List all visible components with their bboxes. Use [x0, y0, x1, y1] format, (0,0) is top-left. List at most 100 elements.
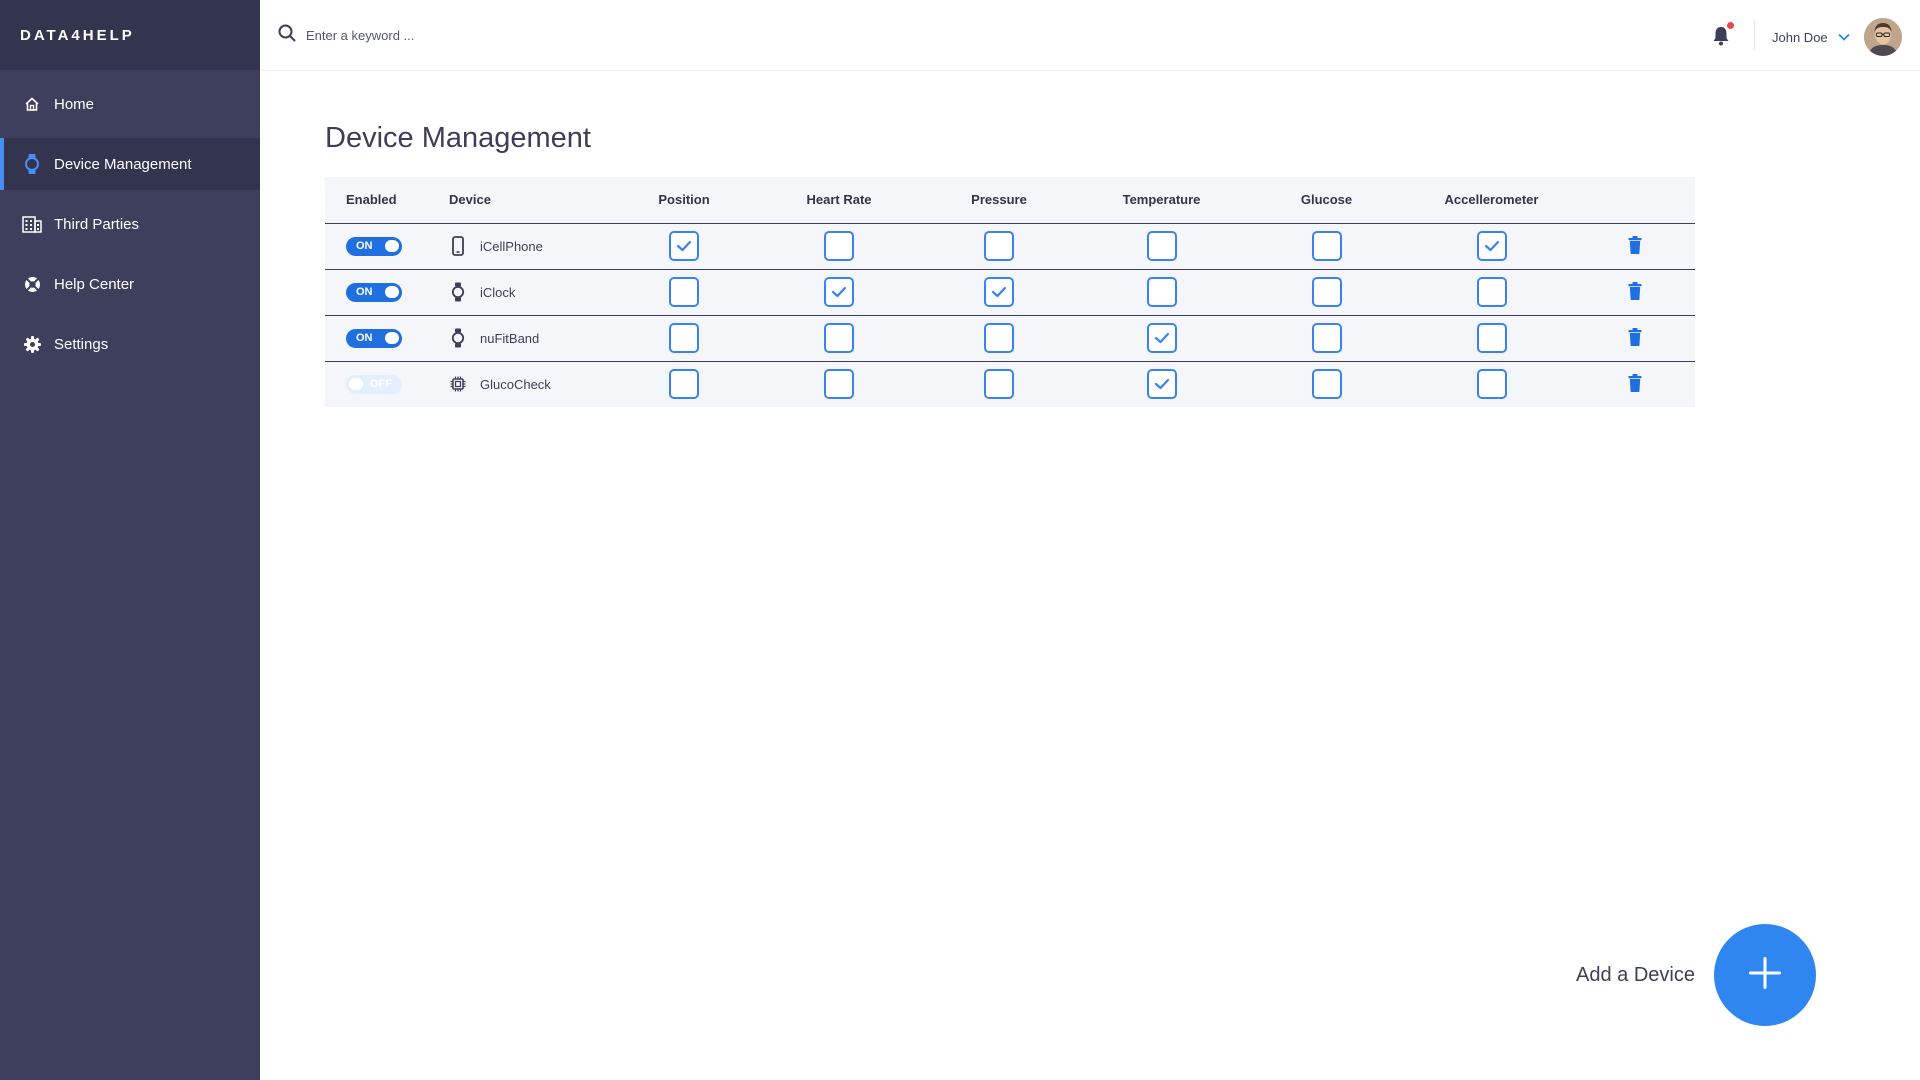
delete-button[interactable] — [1628, 373, 1642, 395]
accelerometer-cell — [1409, 315, 1574, 362]
glucose-cell — [1244, 269, 1409, 316]
table-row: ON iClock — [325, 269, 1695, 316]
avatar[interactable] — [1863, 18, 1902, 56]
toggle-knob — [385, 286, 399, 298]
position-cell — [609, 361, 759, 407]
column-header-heart-rate: Heart Rate — [759, 177, 919, 224]
pressure-checkbox[interactable] — [984, 369, 1014, 400]
device-name: GlucoCheck — [480, 376, 551, 392]
temperature-checkbox[interactable] — [1146, 231, 1177, 261]
accelerometer-cell — [1409, 361, 1574, 407]
sidebar-item-label: Third Parties — [54, 215, 140, 233]
device-cell: GlucoCheck — [449, 361, 609, 407]
sidebar-item-label: Device Management — [54, 155, 192, 173]
heart-rate-checkbox[interactable] — [824, 369, 854, 400]
sidebar-item-settings[interactable]: Settings — [0, 318, 260, 370]
glucose-checkbox[interactable] — [1311, 277, 1342, 307]
accelerometer-checkbox[interactable] — [1476, 231, 1507, 261]
glucose-checkbox[interactable] — [1311, 369, 1342, 400]
sidebar-nav: Home Device Management Third Parties Hel… — [0, 78, 260, 370]
search-icon[interactable] — [278, 24, 296, 47]
temperature-checkbox[interactable] — [1146, 323, 1177, 353]
heart-rate-cell — [759, 269, 919, 316]
enabled-toggle[interactable]: ON — [346, 328, 402, 348]
actions-cell — [1574, 315, 1695, 362]
column-header-temperature: Temperature — [1079, 177, 1244, 224]
enabled-toggle[interactable]: ON — [346, 282, 402, 302]
pressure-checkbox[interactable] — [984, 231, 1014, 261]
position-cell — [609, 315, 759, 362]
add-device-label: Add a Device — [1576, 964, 1695, 986]
position-cell — [609, 269, 759, 316]
enabled-toggle[interactable]: OFF — [346, 374, 402, 394]
sidebar-item-label: Settings — [54, 335, 109, 353]
heart-rate-checkbox[interactable] — [824, 231, 854, 261]
position-cell — [609, 223, 759, 270]
user-menu[interactable]: John Doe — [1772, 18, 1902, 56]
actions-cell — [1574, 361, 1695, 407]
pressure-checkbox[interactable] — [984, 277, 1014, 307]
enabled-cell: OFF — [325, 361, 449, 407]
chip-icon — [449, 373, 467, 395]
heart-rate-cell — [759, 315, 919, 362]
column-header-accelerometer: Accellerometer — [1409, 177, 1574, 224]
enabled-cell: ON — [325, 315, 449, 362]
temperature-cell — [1079, 223, 1244, 270]
toggle-knob — [385, 240, 399, 252]
position-checkbox[interactable] — [669, 231, 699, 261]
position-checkbox[interactable] — [669, 369, 699, 400]
device-table: Enabled Device Position Heart Rate Press… — [325, 177, 1695, 407]
position-checkbox[interactable] — [669, 323, 699, 353]
delete-button[interactable] — [1628, 235, 1642, 257]
column-header-actions — [1574, 177, 1695, 224]
bell-icon — [1712, 27, 1730, 50]
user-name: John Doe — [1772, 29, 1828, 45]
temperature-checkbox[interactable] — [1146, 369, 1177, 400]
device-cell: nuFitBand — [449, 315, 609, 362]
glucose-checkbox[interactable] — [1311, 231, 1342, 261]
device-name: nuFitBand — [480, 330, 540, 346]
sidebar-item-device-management[interactable]: Device Management — [0, 138, 260, 190]
accelerometer-cell — [1409, 269, 1574, 316]
glucose-cell — [1244, 223, 1409, 270]
toggle-label: ON — [356, 332, 373, 344]
lifebuoy-icon — [22, 274, 42, 294]
column-header-position: Position — [609, 177, 759, 224]
notification-button[interactable] — [1712, 22, 1734, 46]
search-input[interactable] — [306, 28, 606, 43]
device-name: iClock — [480, 284, 516, 300]
column-header-enabled: Enabled — [325, 177, 449, 224]
temperature-checkbox[interactable] — [1146, 277, 1177, 307]
sidebar-item-home[interactable]: Home — [0, 78, 260, 130]
glucose-cell — [1244, 315, 1409, 362]
position-checkbox[interactable] — [669, 277, 699, 307]
sidebar-item-third-parties[interactable]: Third Parties — [0, 198, 260, 250]
toggle-label: OFF — [370, 378, 392, 391]
actions-cell — [1574, 223, 1695, 270]
delete-button[interactable] — [1628, 281, 1642, 303]
brand-logo[interactable]: DATA4HELP — [0, 0, 260, 70]
trash-icon — [1628, 235, 1642, 257]
add-device-button[interactable] — [1714, 924, 1816, 1026]
delete-button[interactable] — [1628, 327, 1642, 349]
enabled-cell: ON — [325, 223, 449, 270]
accelerometer-checkbox[interactable] — [1476, 369, 1507, 400]
temperature-cell — [1079, 315, 1244, 362]
device-name: iCellPhone — [480, 238, 543, 254]
glucose-checkbox[interactable] — [1311, 323, 1342, 353]
sidebar: DATA4HELP Home Device Management Third P… — [0, 0, 260, 1080]
accelerometer-cell — [1409, 223, 1574, 270]
sidebar-item-help-center[interactable]: Help Center — [0, 258, 260, 310]
enabled-toggle[interactable]: ON — [346, 236, 402, 256]
device-cell: iClock — [449, 269, 609, 316]
pressure-cell — [919, 315, 1079, 362]
pressure-cell — [919, 269, 1079, 316]
table-row: ON nuFitBand — [325, 315, 1695, 362]
heart-rate-checkbox[interactable] — [824, 277, 854, 307]
pressure-checkbox[interactable] — [984, 323, 1014, 353]
accelerometer-checkbox[interactable] — [1476, 277, 1507, 307]
accelerometer-checkbox[interactable] — [1476, 323, 1507, 353]
gear-icon — [22, 334, 42, 354]
home-icon — [22, 94, 42, 114]
heart-rate-checkbox[interactable] — [824, 323, 854, 353]
